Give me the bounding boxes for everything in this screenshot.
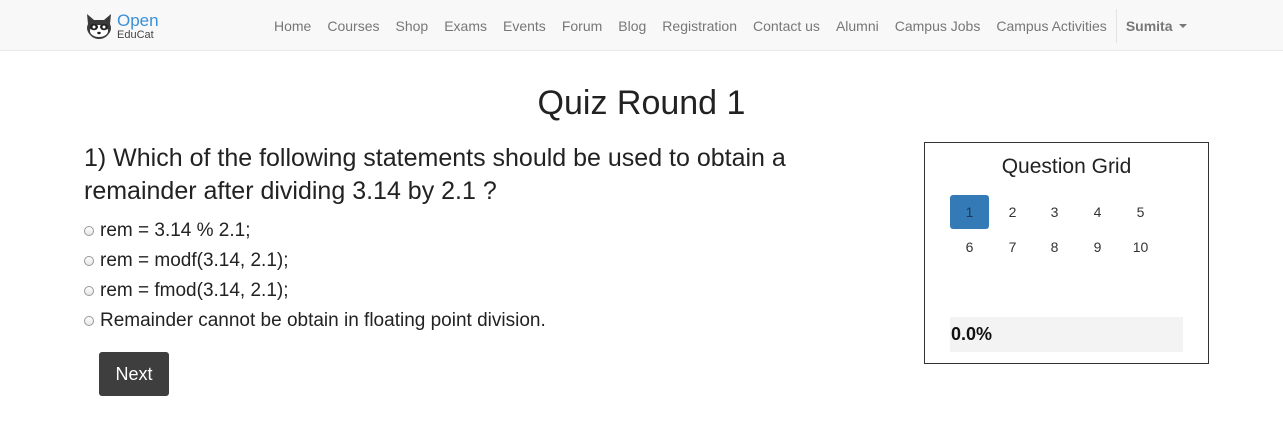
question-grid-panel: Question Grid 1 2 3 4 5 6 7 8 9 10 0.0% [924, 142, 1209, 364]
nav-campus-activities[interactable]: Campus Activities [988, 18, 1114, 34]
raccoon-logo-icon [87, 14, 111, 39]
answer-option-label: rem = fmod(3.14, 2.1); [100, 280, 289, 301]
question-grid-cell[interactable]: 4 [1078, 195, 1117, 229]
brand-logo[interactable]: Open EduCat [84, 10, 159, 42]
question-grid-cell[interactable]: 5 [1121, 195, 1160, 229]
nav-contact-us[interactable]: Contact us [745, 18, 828, 34]
answer-options: rem = 3.14 % 2.1; rem = modf(3.14, 2.1);… [84, 216, 546, 336]
nav-campus-jobs[interactable]: Campus Jobs [887, 18, 989, 34]
radio-button[interactable] [84, 226, 94, 236]
user-menu-dropdown[interactable]: Sumita [1118, 18, 1195, 34]
nav-blog[interactable]: Blog [610, 18, 654, 34]
radio-button[interactable] [84, 256, 94, 266]
question-grid-cell[interactable]: 10 [1121, 230, 1160, 264]
question-grid-cell[interactable]: 8 [1035, 230, 1074, 264]
next-button[interactable]: Next [99, 352, 169, 396]
nav-divider [1115, 8, 1117, 43]
quiz-title: Quiz Round 1 [537, 84, 746, 122]
nav-events[interactable]: Events [495, 18, 554, 34]
answer-option-label: Remainder cannot be obtain in floating p… [100, 310, 546, 331]
nav-shop[interactable]: Shop [388, 18, 437, 34]
question-grid-cell[interactable]: 7 [993, 230, 1032, 264]
top-navbar: Open EduCat Home Courses Shop Exams Even… [0, 0, 1283, 51]
nav-alumni[interactable]: Alumni [828, 18, 887, 34]
nav-exams[interactable]: Exams [436, 18, 495, 34]
answer-option[interactable]: rem = 3.14 % 2.1; [84, 216, 546, 246]
answer-option[interactable]: Remainder cannot be obtain in floating p… [84, 306, 546, 336]
brand-name-educat: EduCat [117, 28, 154, 41]
question-grid-cell[interactable]: 9 [1078, 230, 1117, 264]
answer-option-label: rem = modf(3.14, 2.1); [100, 250, 289, 271]
nav-forum[interactable]: Forum [554, 18, 610, 34]
question-grid-cell[interactable]: 1 [950, 195, 989, 229]
radio-button[interactable] [84, 286, 94, 296]
question-grid-cell[interactable]: 6 [950, 230, 989, 264]
user-name: Sumita [1125, 17, 1173, 34]
radio-button[interactable] [84, 316, 94, 326]
question-grid-cell[interactable]: 3 [1035, 195, 1074, 229]
answer-option[interactable]: rem = modf(3.14, 2.1); [84, 246, 546, 276]
answer-option-label: rem = 3.14 % 2.1; [100, 220, 251, 241]
quiz-progress-bar: 0.0% [950, 317, 1183, 352]
brand-name-open: Open [117, 10, 159, 30]
question-grid-title: Question Grid [1001, 155, 1132, 178]
caret-down-icon [1178, 23, 1187, 28]
nav-home[interactable]: Home [266, 18, 319, 34]
answer-option[interactable]: rem = fmod(3.14, 2.1); [84, 276, 546, 306]
question-text: 1) Which of the following statements sho… [84, 144, 786, 205]
nav-registration[interactable]: Registration [654, 18, 745, 34]
quiz-progress-label: 0.0% [951, 324, 993, 344]
nav-courses[interactable]: Courses [319, 18, 387, 34]
main-nav: Home Courses Shop Exams Events Forum Blo… [266, 0, 1195, 51]
question-grid-cell[interactable]: 2 [993, 195, 1032, 229]
